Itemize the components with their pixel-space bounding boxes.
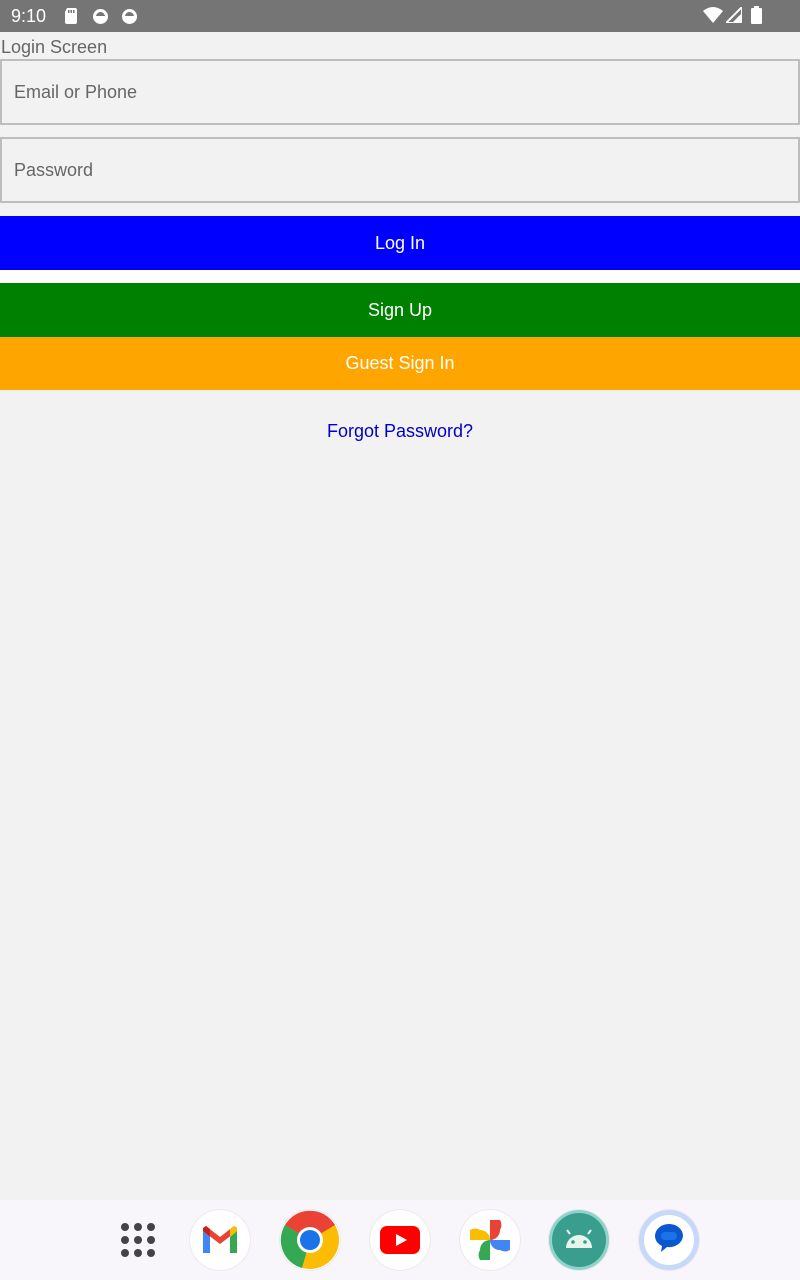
forgot-password-link[interactable]: Forgot Password?	[0, 420, 800, 442]
youtube-icon[interactable]	[370, 1210, 430, 1270]
page-title: Login Screen	[1, 37, 108, 57]
battery-icon	[751, 6, 762, 29]
password-field[interactable]	[0, 137, 800, 203]
guest-sign-in-button[interactable]: Guest Sign In	[0, 337, 800, 390]
messages-icon[interactable]	[639, 1210, 699, 1270]
login-button[interactable]: Log In	[0, 216, 800, 270]
signup-button[interactable]: Sign Up	[0, 283, 800, 337]
photos-icon[interactable]	[460, 1210, 520, 1270]
app-dock	[0, 1200, 800, 1280]
divider	[0, 270, 800, 283]
status-time: 9:10	[11, 6, 47, 26]
chrome-icon[interactable]	[280, 1210, 340, 1270]
android-studio-icon[interactable]	[549, 1210, 609, 1270]
sync-icon	[121, 8, 138, 30]
email-input[interactable]	[2, 61, 798, 123]
sd-card-icon	[64, 8, 78, 29]
app-drawer-icon[interactable]	[108, 1210, 168, 1270]
password-input[interactable]	[2, 139, 798, 201]
status-bar: 9:10	[0, 0, 800, 32]
email-field[interactable]	[0, 59, 800, 125]
wifi-icon	[703, 7, 723, 28]
cell-signal-icon	[723, 4, 743, 28]
gmail-icon[interactable]	[190, 1210, 250, 1270]
sync-icon	[92, 8, 109, 30]
